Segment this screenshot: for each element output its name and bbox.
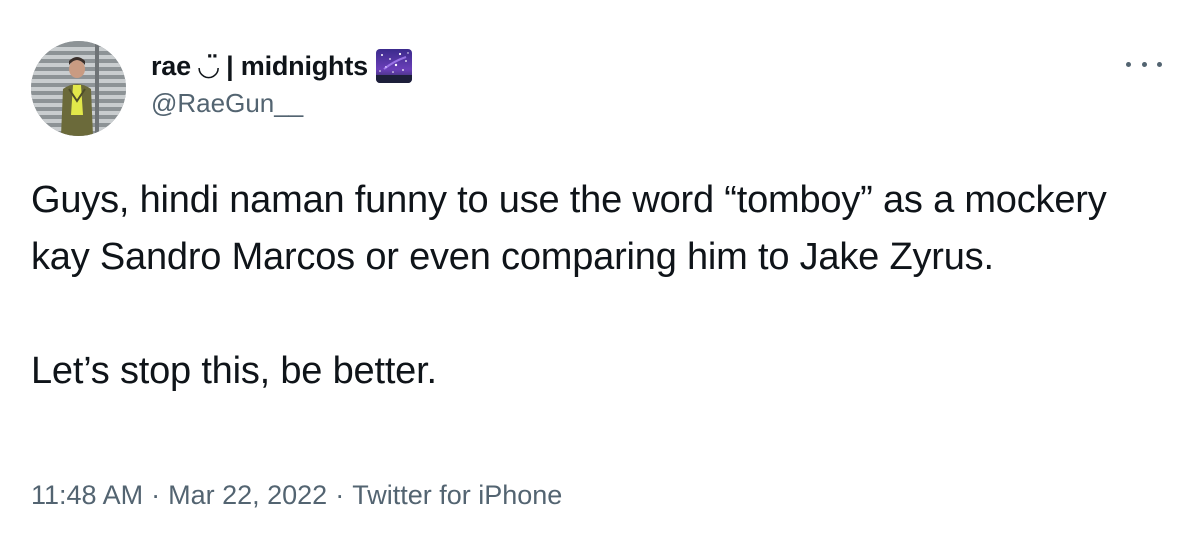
tweet-card: rae ◡̈ | midnights @RaeGun__ Guys, hindi…: [0, 0, 1190, 538]
tweet-date[interactable]: Mar 22, 2022: [168, 480, 327, 511]
meta-separator: ·: [151, 480, 161, 510]
avatar[interactable]: [31, 41, 126, 136]
tweet-meta: 11:48 AM · Mar 22, 2022 · Twitter for iP…: [31, 480, 562, 511]
dot: [1141, 61, 1147, 67]
tweet-paragraph: Guys, hindi naman funny to use the word …: [31, 179, 1117, 278]
tweet-time[interactable]: 11:48 AM: [31, 480, 143, 511]
avatar-image: [31, 41, 126, 136]
more-options-icon[interactable]: [1126, 56, 1162, 72]
dot: [1126, 61, 1131, 67]
night-sky-emoji-icon: [375, 49, 412, 83]
tweet-source[interactable]: Twitter for iPhone: [352, 480, 562, 511]
author-name-row[interactable]: rae ◡̈ | midnights: [151, 48, 412, 84]
dot: [1157, 61, 1162, 67]
author-display-name[interactable]: rae ◡̈ | midnights: [151, 51, 368, 82]
meta-separator: ·: [335, 480, 345, 510]
tweet-text: Guys, hindi naman funny to use the word …: [31, 172, 1161, 400]
tweet-paragraph: Let’s stop this, be better.: [31, 350, 437, 392]
author-handle[interactable]: @RaeGun__: [151, 88, 303, 119]
